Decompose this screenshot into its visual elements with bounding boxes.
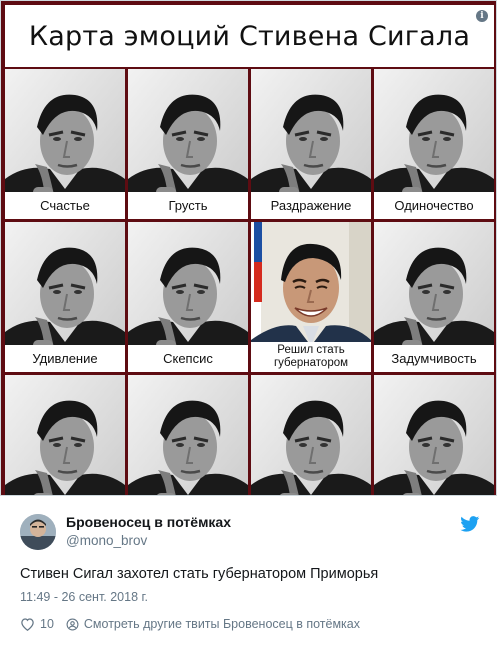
like-button[interactable]: 10	[20, 617, 54, 631]
emotion-caption: Счастье	[5, 192, 125, 219]
meme-title-bar: Карта эмоций Стивена Сигала i	[5, 5, 494, 67]
more-tweets-label: Смотреть другие твиты Бровеносец в потём…	[83, 617, 361, 631]
tweet-actions: 10 Смотреть другие твиты Бровеносец в по…	[20, 616, 360, 632]
portrait-photo	[251, 375, 371, 495]
portrait-photo	[128, 375, 248, 495]
tweet-text: Стивен Сигал захотел стать губернатором …	[20, 566, 379, 582]
twitter-bird-icon[interactable]	[460, 516, 480, 532]
emotion-caption: Грусть	[128, 192, 248, 219]
author-handle[interactable]: @mono_brov	[66, 533, 147, 548]
emotion-cell	[128, 375, 248, 495]
avatar[interactable]	[20, 514, 56, 550]
emotion-cell: Скепсис	[128, 222, 248, 372]
emotion-caption: Задумчивость	[374, 345, 494, 372]
emotion-cell: Одиночество	[374, 69, 494, 219]
emotion-cell: Счастье	[5, 69, 125, 219]
emotion-cell: Задумчивость	[374, 222, 494, 372]
portrait-photo	[5, 375, 125, 495]
emotion-caption: Скепсис	[128, 345, 248, 372]
heart-icon	[21, 618, 34, 631]
emotion-cell	[5, 375, 125, 495]
emotion-grid: Счастье Грусть Раздражение Одиночество У…	[5, 69, 494, 495]
tweet-header: Бровеносец в потёмках @mono_brov	[20, 514, 480, 550]
emotion-cell: Удивление	[5, 222, 125, 372]
emotion-cell	[374, 375, 494, 495]
emotion-caption: Одиночество	[374, 192, 494, 219]
emotion-caption: Раздражение	[251, 192, 371, 219]
emotion-cell: Грусть	[128, 69, 248, 219]
emotion-caption: Удивление	[5, 345, 125, 372]
like-count: 10	[40, 617, 54, 631]
emotion-cell: Решил стать губернатором	[251, 222, 371, 372]
author-name[interactable]: Бровеносец в потёмках	[66, 514, 231, 530]
emotion-cell	[251, 375, 371, 495]
info-icon[interactable]: i	[476, 10, 488, 22]
emotion-cell: Раздражение	[251, 69, 371, 219]
tweet-timestamp[interactable]: 11:49 - 26 сент. 2018 г.	[20, 590, 148, 604]
emotion-caption: Решил стать губернатором	[251, 342, 371, 372]
more-tweets-link[interactable]: Смотреть другие твиты Бровеносец в потём…	[66, 617, 360, 631]
meme-image[interactable]: Карта эмоций Стивена Сигала i Счастье Гр…	[0, 0, 497, 496]
person-icon	[66, 618, 79, 630]
meme-title: Карта эмоций Стивена Сигала	[28, 20, 471, 52]
portrait-photo	[374, 375, 494, 495]
